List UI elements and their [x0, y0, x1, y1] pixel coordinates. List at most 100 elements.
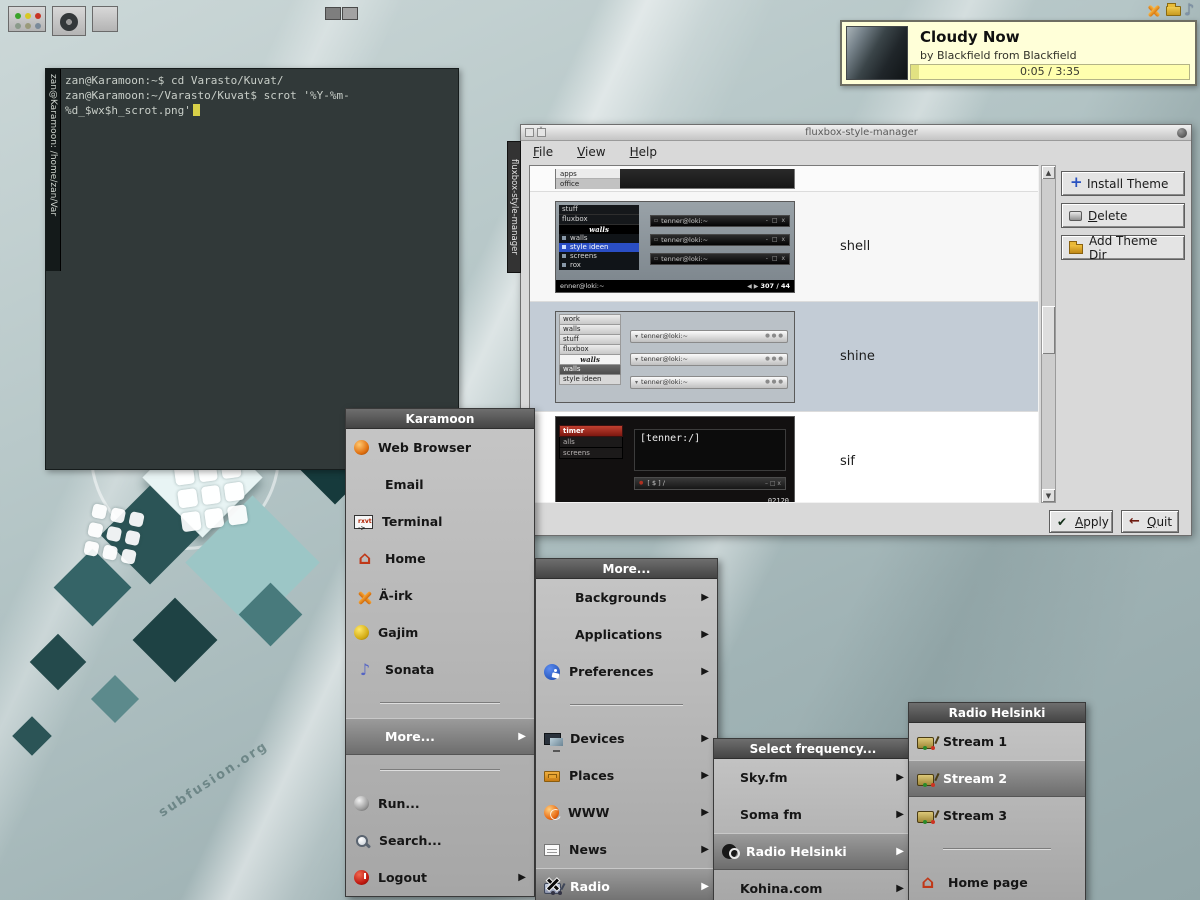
- dockapp-leds[interactable]: [8, 6, 46, 32]
- menu-item-home[interactable]: Home: [346, 540, 534, 577]
- menu-item-radio-helsinki[interactable]: Radio Helsinki: [714, 833, 912, 870]
- theme-row-shell[interactable]: stuff fluxbox walls walls style ideen sc…: [530, 192, 1038, 302]
- submenu-arrow-icon: [896, 846, 904, 857]
- window-side-tab[interactable]: fluxbox-style-manager: [507, 141, 521, 273]
- menu-item-home-page[interactable]: Home page: [909, 864, 1085, 900]
- menu-item-label: Home page: [948, 875, 1028, 890]
- add-theme-dir-button[interactable]: Add Theme Dir: [1061, 235, 1185, 260]
- menu-item-run[interactable]: Run...: [346, 785, 534, 822]
- preview-titlebar-text: tenner@loki:~: [641, 332, 688, 340]
- preview-windows: tenner@loki:~ tenner@loki:~ tenner@loki:…: [630, 330, 788, 399]
- preview-titlebar: tenner@loki:~: [650, 215, 790, 227]
- menu-item-search[interactable]: Search...: [346, 822, 534, 859]
- apply-button[interactable]: Apply: [1049, 510, 1113, 533]
- root-menu: Karamoon Web Browser Email Terminal Home…: [345, 408, 535, 897]
- menu-item-applications[interactable]: Applications: [536, 616, 717, 653]
- menu-item-news[interactable]: News: [536, 831, 717, 868]
- preview-pager: 307 / 44: [747, 282, 790, 290]
- progress-bar[interactable]: 0:05 / 3:35: [910, 64, 1190, 80]
- menu-item-radio[interactable]: Radio: [536, 868, 717, 900]
- menu-item-label: Logout: [378, 870, 427, 885]
- workspace-pager-cell-2[interactable]: [342, 7, 358, 20]
- menu-separator: [380, 702, 500, 704]
- time-display: 0:05 / 3:35: [911, 65, 1189, 79]
- music-note-tray-icon[interactable]: ♪: [1184, 2, 1200, 18]
- menu-item-backgrounds[interactable]: Backgrounds: [536, 579, 717, 616]
- menu-item-places[interactable]: Places: [536, 757, 717, 794]
- install-theme-button[interactable]: Install Theme: [1061, 171, 1185, 196]
- preview-statusbar: enner@loki:~ 307 / 44: [556, 280, 794, 292]
- xchat-tray-icon[interactable]: [1146, 3, 1162, 19]
- preview-menu-title: walls: [559, 225, 639, 234]
- menu-file[interactable]: File: [533, 145, 553, 159]
- style-manager-window: fluxbox-style-manager fluxbox-style-mana…: [520, 124, 1192, 536]
- window-titlebar[interactable]: fluxbox-style-manager: [521, 125, 1191, 141]
- menu-item-devices[interactable]: Devices: [536, 720, 717, 757]
- submenu-arrow-icon: [701, 733, 709, 744]
- preview-menu-item: fluxbox: [559, 215, 639, 225]
- preview-menu-item: style ideen: [559, 375, 621, 385]
- scrollbar-thumb[interactable]: [1042, 306, 1055, 354]
- preview-menu: work walls stuff fluxbox walls walls sty…: [559, 314, 621, 385]
- menu-item-terminal[interactable]: Terminal: [346, 503, 534, 540]
- menu-item-stream-1[interactable]: Stream 1: [909, 723, 1085, 760]
- theme-list[interactable]: apps office stuff fluxbox walls walls st…: [529, 165, 1039, 503]
- search-icon: [354, 833, 370, 849]
- theme-row-partial[interactable]: apps office: [530, 166, 1038, 192]
- radio-helsinki-menu: Radio Helsinki Stream 1 Stream 2 Stream …: [908, 702, 1086, 900]
- submenu-arrow-icon: [701, 770, 709, 781]
- menu-item-sonata[interactable]: Sonata: [346, 651, 534, 688]
- menu-item-stream-3[interactable]: Stream 3: [909, 797, 1085, 834]
- menu-view[interactable]: View: [577, 145, 605, 159]
- submenu-arrow-icon: [896, 809, 904, 820]
- menu-item-somafm[interactable]: Soma fm: [714, 796, 912, 833]
- window-menu-button[interactable]: [525, 128, 534, 137]
- menu-item-label: Stream 2: [943, 771, 1007, 786]
- theme-row-shine[interactable]: work walls stuff fluxbox walls walls sty…: [530, 302, 1038, 412]
- places-folder-icon: [544, 771, 560, 782]
- menu-item-skyfm[interactable]: Sky.fm: [714, 759, 912, 796]
- menu-separator: [380, 769, 500, 771]
- dockapp-blank[interactable]: [92, 6, 118, 32]
- menu-item-web-browser[interactable]: Web Browser: [346, 429, 534, 466]
- preview-menu: apps office: [556, 169, 620, 188]
- submenu-arrow-icon: [896, 883, 904, 894]
- gajim-icon: [354, 625, 369, 640]
- menu-item-airk[interactable]: Ä-irk: [346, 577, 534, 614]
- dockapp-cd-player[interactable]: [52, 6, 86, 36]
- menu-item-www[interactable]: WWW: [536, 794, 717, 831]
- terminal-tab[interactable]: zan@Karamoon: /home/zan/Var: [46, 69, 61, 271]
- preview-titlebar: tenner@loki:~: [630, 376, 788, 389]
- submenu-arrow-icon: [896, 772, 904, 783]
- scroll-down-button[interactable]: [1042, 489, 1055, 502]
- run-icon: [354, 796, 369, 811]
- menu-item-preferences[interactable]: Preferences: [536, 653, 717, 690]
- preview-menu-item: stuff: [559, 334, 621, 344]
- menu-item-label: Search...: [379, 833, 442, 848]
- menu-item-stream-2[interactable]: Stream 2: [909, 760, 1085, 797]
- now-playing-popup[interactable]: Cloudy Now by Blackfield from Blackfield…: [840, 20, 1197, 86]
- delete-button[interactable]: Delete: [1061, 203, 1185, 228]
- menu-item-more[interactable]: More...: [346, 718, 534, 755]
- close-button[interactable]: [1177, 128, 1187, 138]
- home-icon: [917, 873, 939, 893]
- menu-item-email[interactable]: Email: [346, 466, 534, 503]
- radio-helsinki-menu-title: Radio Helsinki: [909, 703, 1085, 723]
- theme-row-sif[interactable]: timer alls screens [tenner:/] [ $ ] / 02…: [530, 412, 1038, 503]
- shade-button[interactable]: [537, 128, 546, 137]
- theme-name: shine: [840, 349, 875, 364]
- menu-help[interactable]: Help: [630, 145, 657, 159]
- folder-tray-icon[interactable]: [1166, 6, 1181, 16]
- submenu-arrow-icon: [701, 881, 709, 892]
- terminal-line-text: zan@Karamoon:~/Varasto/Kuvat$ scrot '%Y-…: [65, 89, 350, 117]
- quit-button[interactable]: Quit: [1121, 510, 1179, 533]
- preview-titlebar-text: tenner@loki:~: [641, 355, 688, 363]
- preview-menu-item: screens: [559, 448, 623, 459]
- menu-item-kohina[interactable]: Kohina.com: [714, 870, 912, 900]
- menu-item-label: WWW: [568, 805, 609, 820]
- workspace-pager-cell-1[interactable]: [325, 7, 341, 20]
- menu-item-gajim[interactable]: Gajim: [346, 614, 534, 651]
- scroll-up-button[interactable]: [1042, 166, 1055, 179]
- theme-list-scrollbar[interactable]: [1041, 165, 1056, 503]
- menu-item-logout[interactable]: Logout: [346, 859, 534, 896]
